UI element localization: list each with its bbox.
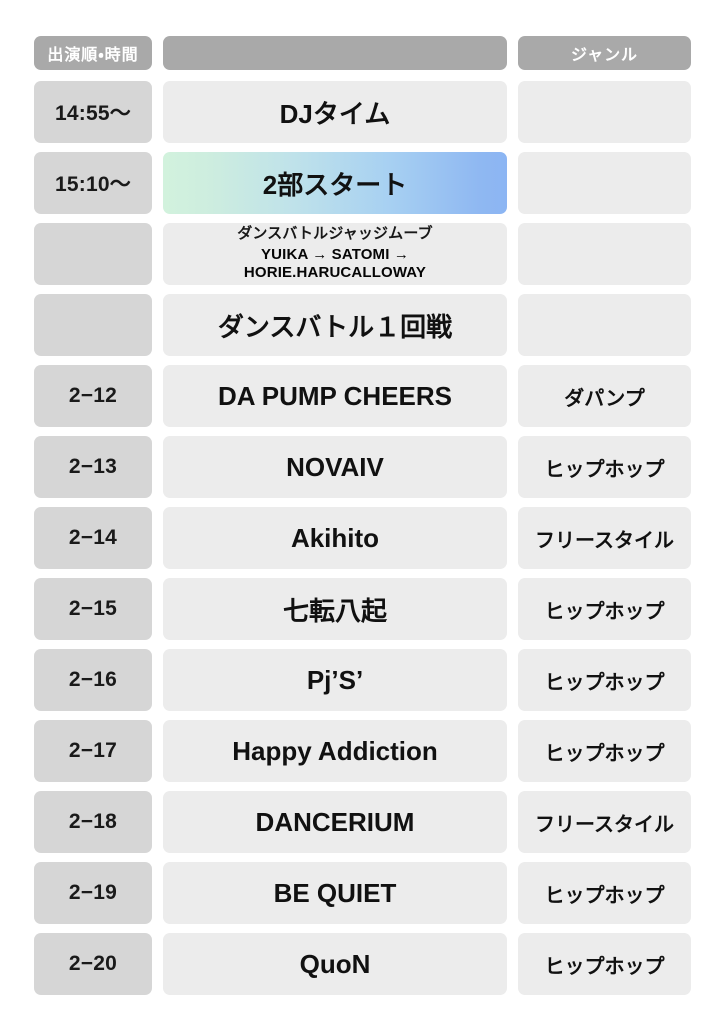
cell-order-time: 2−13 [34,436,152,498]
cell-order-time: 2−20 [34,933,152,995]
table-row: 2−12 DA PUMP CHEERS ダパンプ [34,365,691,427]
cell-genre: フリースタイル [518,507,691,569]
cell-order-time: 15:10〜 [34,152,152,214]
timetable: 出演順・時間 ジャンル 14:55〜 DJタイム 15:10〜 2部スタート ダンスバト… [0,0,724,1024]
cell-order-time [34,223,152,285]
cell-name: Happy Addiction [163,720,507,782]
table-row: ダンスバトルジャッジムーブ YUIKA → SATOMI → HORIE.HARU… [34,223,691,285]
table-row: 2−17 Happy Addiction ヒップホップ [34,720,691,782]
cell-name: Akihito [163,507,507,569]
cell-genre [518,81,691,143]
cell-name: DANCERIUM [163,791,507,853]
cell-name: QuoN [163,933,507,995]
cell-name: ダンスバトルジャッジムーブ YUIKA → SATOMI → HORIE.HARU… [163,223,507,285]
cell-name: DJタイム [163,81,507,143]
cell-order-time: 2−15 [34,578,152,640]
judge-move-order: YUIKA → SATOMI → HORIE.HARUCALLOWAY [243,245,427,282]
cell-name: BE QUIET [163,862,507,924]
cell-genre: ヒップホップ [518,933,691,995]
cell-genre: ヒップホップ [518,720,691,782]
table-row: 14:55〜 DJタイム [34,81,691,143]
cell-genre: フリースタイル [518,791,691,853]
judge-move-title: ダンスバトルジャッジムーブ [237,224,433,242]
cell-genre [518,294,691,356]
cell-order-time: 2−19 [34,862,152,924]
table-row: 2−14 Akihito フリースタイル [34,507,691,569]
table-row: ダンスバトル１回戦 [34,294,691,356]
table-row: 2−19 BE QUIET ヒップホップ [34,862,691,924]
cell-genre: ヒップホップ [518,436,691,498]
cell-name: NOVAIV [163,436,507,498]
table-row: 15:10〜 2部スタート [34,152,691,214]
cell-name: 七転八起 [163,578,507,640]
header-name [163,36,507,70]
table-row: 2−15 七転八起 ヒップホップ [34,578,691,640]
cell-order-time: 2−17 [34,720,152,782]
cell-name: Pj’S’ [163,649,507,711]
table-row: 2−20 QuoN ヒップホップ [34,933,691,995]
cell-order-time: 2−14 [34,507,152,569]
table-body: 14:55〜 DJタイム 15:10〜 2部スタート ダンスバトルジャッジムーブ YUIK… [34,81,691,995]
cell-order-time: 14:55〜 [34,81,152,143]
cell-name: ダンスバトル１回戦 [163,294,507,356]
table-header-row: 出演順・時間 ジャンル [34,36,691,70]
cell-order-time [34,294,152,356]
header-genre: ジャンル [518,36,691,70]
cell-order-time: 2−18 [34,791,152,853]
cell-genre: ダパンプ [518,365,691,427]
table-row: 2−18 DANCERIUM フリースタイル [34,791,691,853]
table-row: 2−16 Pj’S’ ヒップホップ [34,649,691,711]
cell-name-highlight: 2部スタート [163,152,507,214]
cell-name: DA PUMP CHEERS [163,365,507,427]
cell-genre [518,152,691,214]
cell-order-time: 2−12 [34,365,152,427]
cell-genre [518,223,691,285]
cell-genre: ヒップホップ [518,862,691,924]
cell-genre: ヒップホップ [518,649,691,711]
cell-genre: ヒップホップ [518,578,691,640]
cell-order-time: 2−16 [34,649,152,711]
header-order-time: 出演順・時間 [34,36,152,70]
table-row: 2−13 NOVAIV ヒップホップ [34,436,691,498]
